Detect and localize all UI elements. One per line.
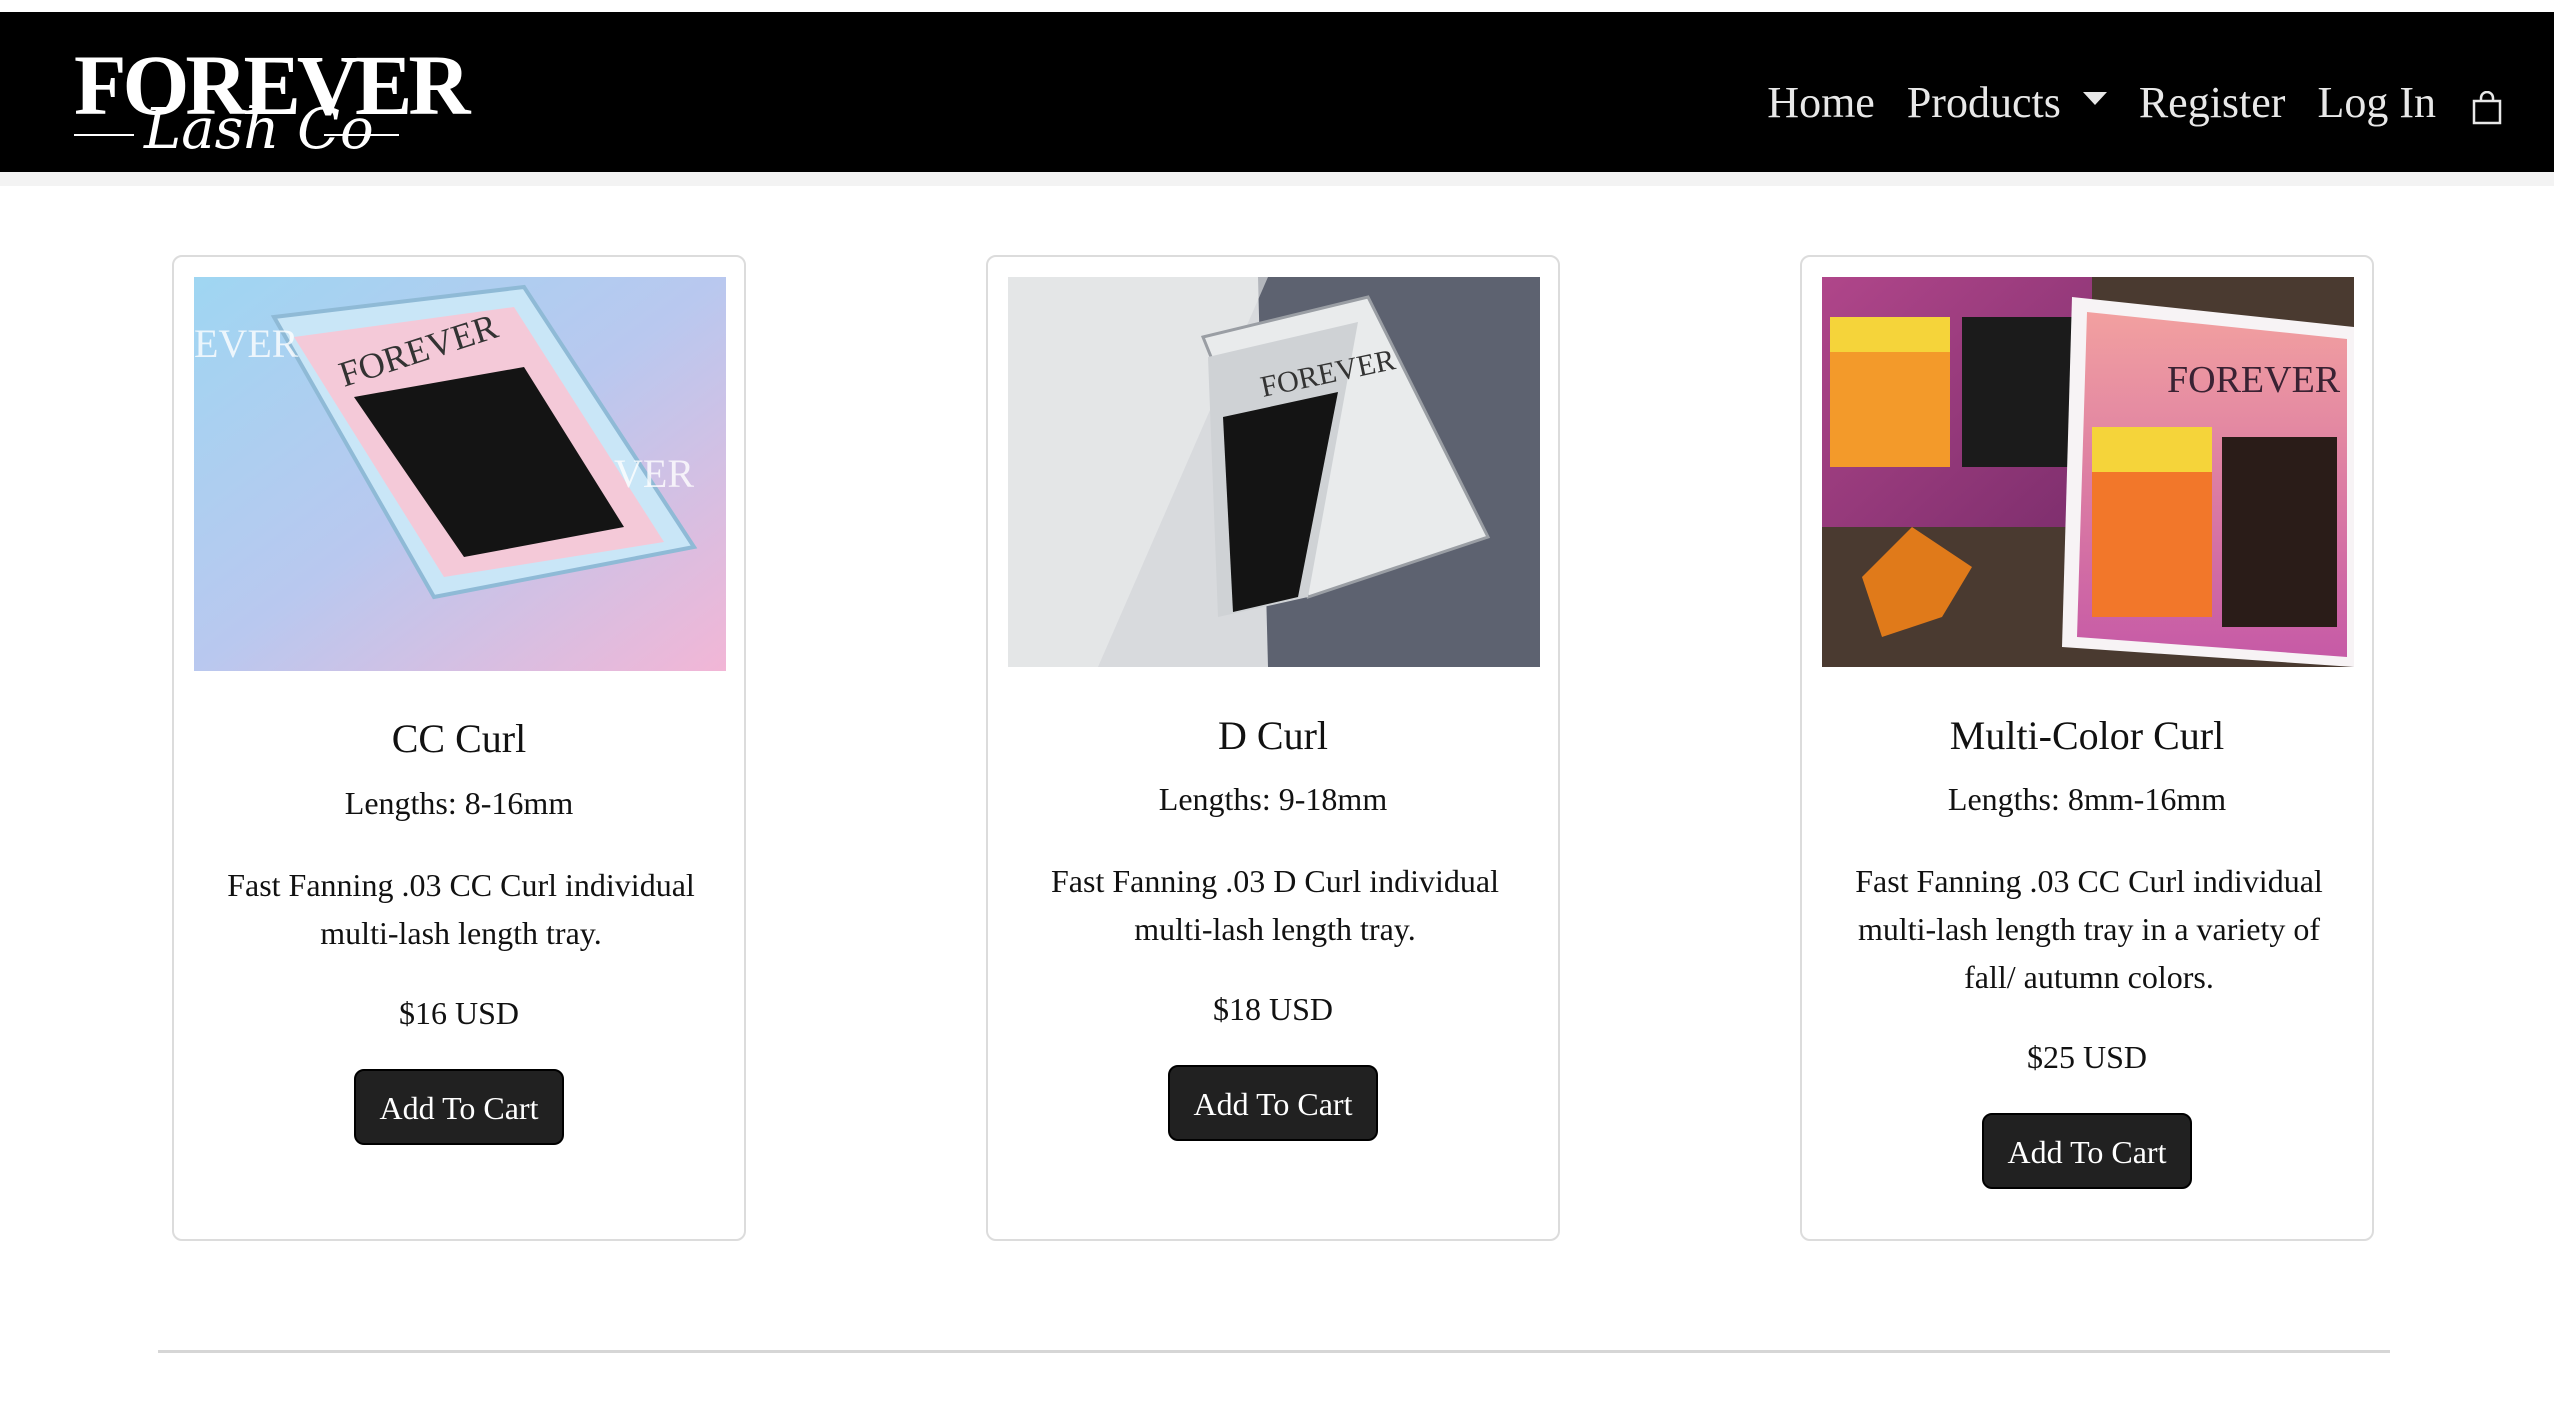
nav-register[interactable]: Register: [2139, 77, 2286, 128]
product-lengths: Lengths: 8-16mm: [344, 785, 574, 821]
product-lengths: Lengths: 9-18mm: [1158, 781, 1388, 817]
product-description: Fast Fanning .03 CC Curl individual mult…: [214, 861, 708, 957]
product-title: CC Curl: [391, 716, 527, 761]
logo[interactable]: FOREVER Lash Co: [74, 42, 470, 167]
shopping-bag-icon[interactable]: [2472, 91, 2502, 125]
logo-underline-right: [324, 134, 399, 136]
description-line: fall/ autumn colors.: [1964, 959, 2214, 995]
footer-divider: [158, 1350, 2390, 1353]
add-to-cart-button[interactable]: Add To Cart: [354, 1069, 564, 1145]
product-card-cc-curl: FOREVER EVER VER CC Curl Lengths: 8-16mm…: [172, 255, 746, 1241]
product-image-cc-curl: FOREVER EVER VER: [194, 277, 726, 671]
product-lengths: Lengths: 8mm-16mm: [1947, 781, 2227, 817]
product-card-d-curl: FOREVER D Curl Lengths: 9-18mm Fast Fann…: [986, 255, 1560, 1241]
description-line: multi-lash length tray.: [1134, 911, 1416, 947]
description-line: multi-lash length tray.: [320, 915, 602, 951]
multi-color-image-label: FOREVER: [2167, 359, 2341, 401]
product-price: $18 USD: [1212, 991, 1333, 1027]
product-description: Fast Fanning .03 CC Curl individual mult…: [1842, 857, 2336, 1001]
product-description: Fast Fanning .03 D Curl individual multi…: [1028, 857, 1522, 953]
nav-products[interactable]: Products: [1907, 77, 2107, 128]
svg-text:EVER: EVER: [194, 321, 299, 366]
main-nav: Home Products Register Log In: [1735, 72, 2502, 132]
description-line: Fast Fanning .03 CC Curl individual: [227, 867, 695, 903]
product-image-multi-color-curl: FOREVER: [1822, 277, 2354, 667]
logo-underline-left: [74, 134, 134, 136]
add-to-cart-button[interactable]: Add To Cart: [1168, 1065, 1378, 1141]
product-image-d-curl: FOREVER: [1008, 277, 1540, 667]
svg-text:VER: VER: [614, 451, 694, 496]
navbar-shadow: [0, 172, 2554, 186]
top-strip: [0, 0, 2554, 12]
description-line: Fast Fanning .03 D Curl individual: [1051, 863, 1499, 899]
nav-products-label: Products: [1906, 77, 2061, 127]
navbar: FOREVER Lash Co Home Products Register L…: [0, 12, 2554, 172]
product-price: $16 USD: [398, 995, 519, 1031]
description-line: multi-lash length tray in a variety of: [1857, 911, 2321, 947]
product-title: Multi-Color Curl: [1949, 713, 2225, 758]
nav-home[interactable]: Home: [1767, 77, 1875, 128]
product-price: $25 USD: [2026, 1039, 2147, 1075]
product-card-multi-color-curl: FOREVER Multi-Color Curl Lengths: 8mm-16…: [1800, 255, 2374, 1241]
add-to-cart-button[interactable]: Add To Cart: [1982, 1113, 2192, 1189]
caret-down-icon: [2082, 91, 2107, 105]
product-title: D Curl: [1218, 713, 1328, 758]
description-line: Fast Fanning .03 CC Curl individual: [1855, 863, 2323, 899]
nav-login[interactable]: Log In: [2317, 77, 2436, 128]
logo-script: Lash Co: [144, 97, 374, 162]
